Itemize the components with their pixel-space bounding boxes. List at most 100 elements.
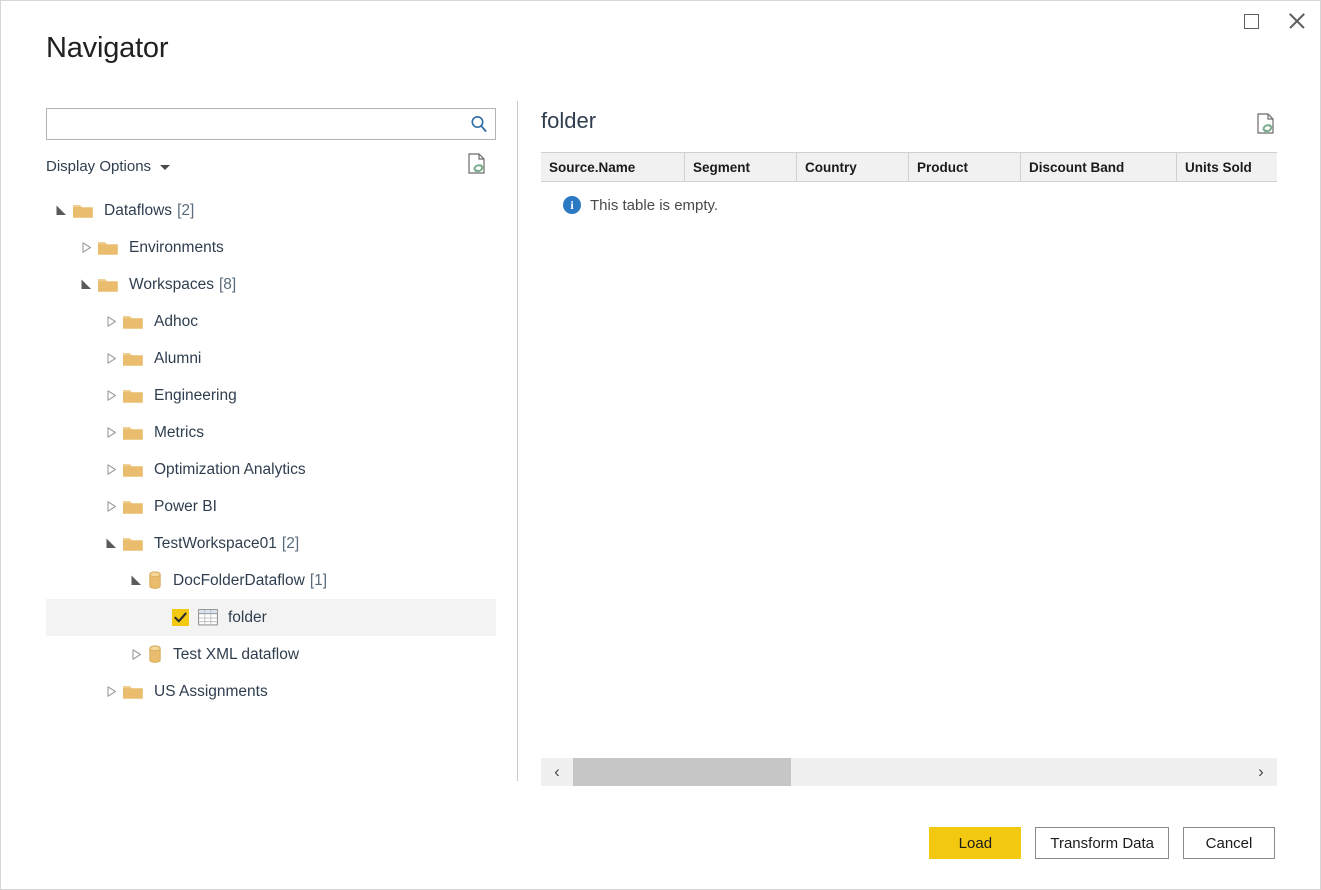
expander-collapsed-icon — [106, 353, 116, 364]
folder-icon — [72, 202, 94, 219]
column-header[interactable]: Discount Band — [1021, 153, 1177, 181]
tree-item-label: Test XML dataflow — [173, 645, 300, 663]
tree-item-folder[interactable]: folder — [46, 599, 496, 636]
column-header[interactable]: Product — [909, 153, 1021, 181]
folder-icon — [122, 683, 144, 700]
expander-toggle[interactable] — [100, 451, 122, 488]
info-icon: i — [563, 196, 581, 214]
navigator-dialog: Navigator Display Options Dataflows [2] … — [0, 0, 1321, 890]
scroll-thumb[interactable] — [573, 758, 791, 786]
tree-item-testworkspace01[interactable]: TestWorkspace01 [2] — [46, 525, 496, 562]
tree-item-us-assignments[interactable]: US Assignments — [46, 673, 496, 710]
tree-item-label: Metrics — [154, 423, 204, 441]
expander-toggle[interactable] — [125, 562, 147, 599]
close-icon — [1287, 11, 1307, 31]
tree-item-label: Engineering — [154, 386, 237, 404]
empty-table-label: This table is empty. — [590, 196, 719, 214]
scroll-track[interactable] — [573, 758, 1245, 786]
display-options-label: Display Options — [46, 157, 152, 175]
title-bar — [1, 1, 1320, 41]
expander-toggle[interactable] — [100, 525, 122, 562]
expander-collapsed-icon — [106, 464, 116, 475]
expander-toggle[interactable] — [100, 414, 122, 451]
tree-item-adhoc[interactable]: Adhoc — [46, 303, 496, 340]
tree-item-count: [8] — [219, 275, 237, 293]
display-options-button[interactable]: Display Options — [46, 157, 171, 175]
expander-toggle[interactable] — [125, 636, 147, 673]
expander-collapsed-icon — [106, 316, 116, 327]
tree-item-label: Environments — [129, 238, 224, 256]
empty-table-message: i This table is empty. — [563, 196, 1277, 214]
column-header[interactable]: Units Sold — [1177, 153, 1277, 181]
tree-item-metrics[interactable]: Metrics — [46, 414, 496, 451]
expander-toggle[interactable] — [100, 377, 122, 414]
load-button[interactable]: Load — [929, 827, 1022, 859]
folder-icon — [122, 498, 144, 515]
dataflow-icon — [147, 645, 163, 664]
preview-horizontal-scrollbar[interactable]: ‹ › — [541, 758, 1277, 786]
scroll-right-button[interactable]: › — [1245, 758, 1277, 786]
tree-item-engineering[interactable]: Engineering — [46, 377, 496, 414]
expander-expanded-icon — [106, 538, 116, 548]
navigator-tree[interactable]: Dataflows [2] Environments Workspaces [8] A… — [46, 192, 496, 710]
scroll-left-button[interactable]: ‹ — [541, 758, 573, 786]
tree-item-workspaces[interactable]: Workspaces [8] — [46, 266, 496, 303]
transform-data-button[interactable]: Transform Data — [1035, 827, 1169, 859]
expander-toggle[interactable] — [75, 229, 97, 266]
tree-item-label: Optimization Analytics — [154, 460, 306, 478]
dialog-footer: Load Transform Data Cancel — [929, 827, 1275, 859]
expander-toggle[interactable] — [100, 673, 122, 710]
search-input[interactable] — [47, 110, 463, 138]
preview-table: Source.Name Segment Country Product Discount… — [541, 152, 1277, 214]
expander-expanded-icon — [131, 575, 141, 585]
folder-icon — [122, 461, 144, 478]
navigator-left-panel: Display Options Dataflows [2] Environment… — [46, 108, 496, 798]
tree-item-docfolderdataflow[interactable]: DocFolderDataflow [1] — [46, 562, 496, 599]
column-header[interactable]: Source.Name — [541, 153, 685, 181]
tree-item-power-bi[interactable]: Power BI — [46, 488, 496, 525]
folder-icon — [122, 387, 144, 404]
table-icon — [198, 609, 218, 626]
maximize-button[interactable] — [1228, 1, 1274, 41]
tree-item-checkbox[interactable] — [172, 609, 189, 626]
expander-collapsed-icon — [106, 686, 116, 697]
folder-icon — [122, 350, 144, 367]
expander-toggle[interactable] — [50, 192, 72, 229]
preview-refresh-icon[interactable] — [1255, 112, 1277, 141]
tree-item-alumni[interactable]: Alumni — [46, 340, 496, 377]
tree-item-dataflows[interactable]: Dataflows [2] — [46, 192, 496, 229]
expander-toggle[interactable] — [75, 266, 97, 303]
tree-item-optimization-analytics[interactable]: Optimization Analytics — [46, 451, 496, 488]
tree-item-label: Adhoc — [154, 312, 198, 330]
expander-collapsed-icon — [106, 501, 116, 512]
tree-item-test-xml-dataflow[interactable]: Test XML dataflow — [46, 636, 496, 673]
tree-item-label: US Assignments — [154, 682, 268, 700]
close-button[interactable] — [1274, 1, 1320, 41]
folder-icon — [122, 424, 144, 441]
refresh-icon[interactable] — [466, 152, 488, 181]
search-box[interactable] — [46, 108, 496, 140]
expander-collapsed-icon — [106, 427, 116, 438]
search-icon[interactable] — [463, 109, 495, 139]
chevron-down-icon — [160, 165, 171, 170]
column-header[interactable]: Segment — [685, 153, 797, 181]
folder-icon — [97, 276, 119, 293]
column-header[interactable]: Country — [797, 153, 909, 181]
folder-icon — [122, 313, 144, 330]
preview-panel: folder Source.Name Segment Country Product D… — [541, 108, 1277, 214]
dataflow-icon — [147, 571, 163, 590]
tree-item-environments[interactable]: Environments — [46, 229, 496, 266]
tree-item-label: Dataflows — [104, 201, 173, 219]
expander-toggle[interactable] — [100, 303, 122, 340]
tree-item-label: folder — [228, 608, 267, 626]
preview-title: folder — [541, 108, 597, 133]
expander-toggle[interactable] — [100, 488, 122, 525]
folder-icon — [97, 239, 119, 256]
tree-item-count: [1] — [309, 571, 328, 589]
tree-item-label: DocFolderDataflow — [173, 571, 305, 589]
expander-expanded-icon — [56, 205, 66, 215]
expander-toggle[interactable] — [100, 340, 122, 377]
cancel-button[interactable]: Cancel — [1183, 827, 1275, 859]
expander-placeholder — [150, 599, 172, 636]
expander-collapsed-icon — [131, 649, 141, 660]
